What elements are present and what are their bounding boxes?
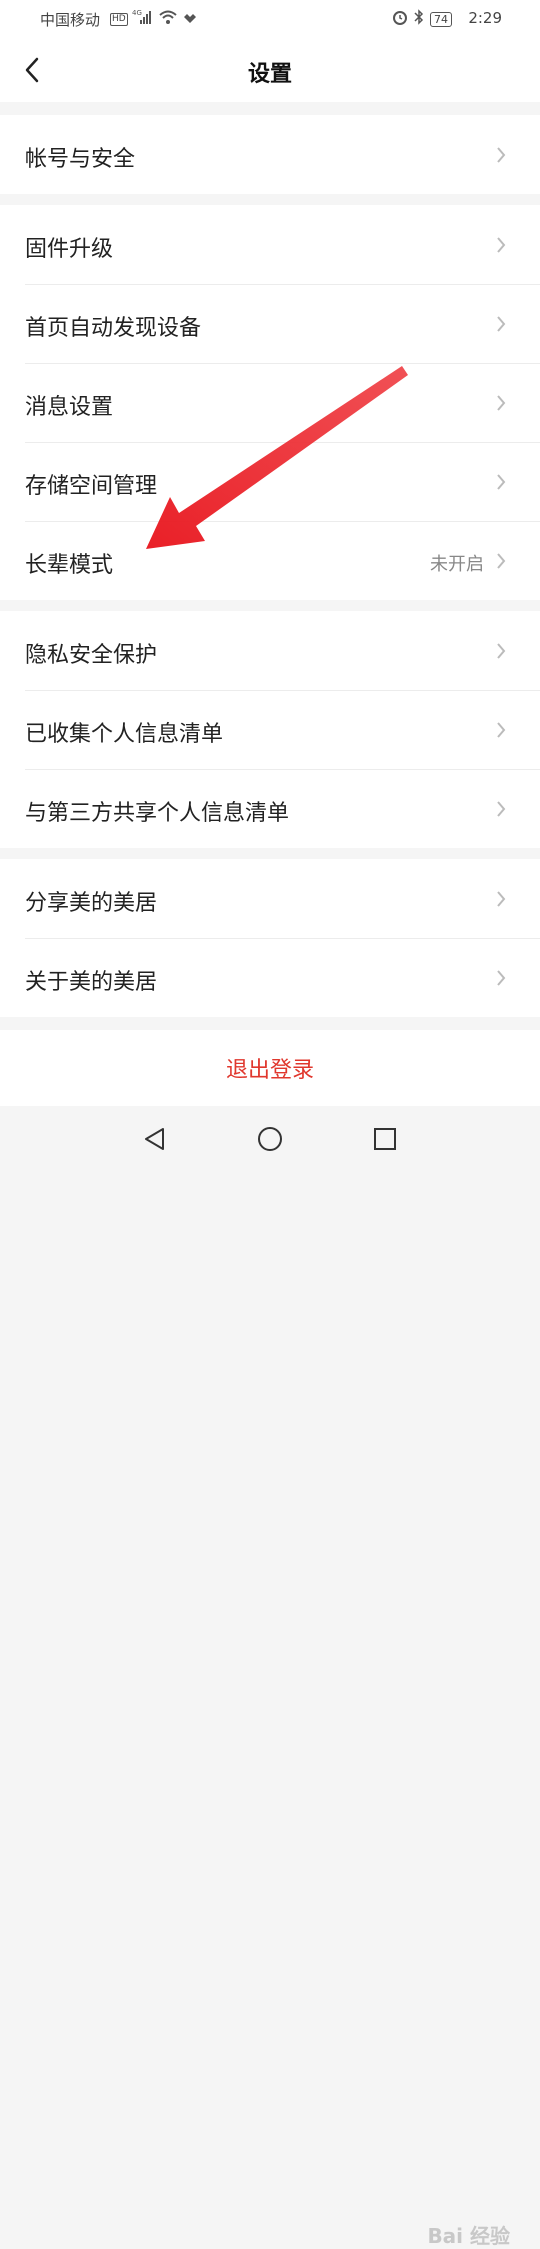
settings-group-privacy: 隐私安全保护 已收集个人信息清单 与第三方共享个人信息清单 [0, 611, 540, 848]
logout-label: 退出登录 [225, 1058, 314, 1083]
row-share-app[interactable]: 分享美的美居 [0, 859, 540, 938]
row-privacy-protection[interactable]: 隐私安全保护 [0, 611, 540, 690]
row-third-party-sharing-list[interactable]: 与第三方共享个人信息清单 [0, 769, 540, 848]
watermark: Bai 经验 [427, 2224, 510, 2248]
chevron-right-icon [497, 801, 506, 817]
chevron-right-icon [497, 891, 506, 907]
row-label: 首页自动发现设备 [25, 316, 202, 341]
row-account-security[interactable]: 帐号与安全 [0, 115, 540, 194]
chevron-right-icon [497, 722, 506, 738]
alarm-icon [392, 9, 408, 29]
status-bar: 中国移动 HD 4G 74 2:29 [0, 0, 540, 38]
wifi-icon [158, 9, 178, 29]
row-message-settings[interactable]: 消息设置 [0, 363, 540, 442]
carrier-name: 中国移动 [40, 11, 101, 29]
row-label: 已收集个人信息清单 [25, 722, 224, 747]
chevron-right-icon [497, 643, 506, 659]
row-elder-mode[interactable]: 长辈模式 未开启 [0, 521, 540, 600]
row-collected-info-list[interactable]: 已收集个人信息清单 [0, 690, 540, 769]
row-label: 与第三方共享个人信息清单 [25, 801, 290, 826]
app-header: 设置 [0, 38, 540, 102]
row-firmware-upgrade[interactable]: 固件升级 [0, 205, 540, 284]
elder-mode-status: 未开启 [430, 554, 484, 575]
row-label: 固件升级 [25, 237, 114, 262]
row-auto-discover-devices[interactable]: 首页自动发现设备 [0, 284, 540, 363]
nav-back-icon[interactable] [141, 1125, 169, 1153]
chevron-right-icon [497, 237, 506, 253]
chevron-right-icon [497, 316, 506, 332]
row-label: 分享美的美居 [25, 891, 158, 916]
row-label: 消息设置 [25, 395, 114, 420]
page-title: 设置 [247, 62, 292, 87]
row-label: 帐号与安全 [25, 147, 136, 172]
chevron-right-icon [497, 970, 506, 986]
row-about-app[interactable]: 关于美的美居 [0, 938, 540, 1017]
battery-indicator: 74 [430, 11, 452, 27]
chevron-right-icon [497, 395, 506, 411]
signal-icon: 4G [132, 9, 154, 29]
chevron-right-icon [497, 147, 506, 163]
chevron-right-icon [497, 553, 506, 569]
system-nav-bar: Bai 经验 [0, 1108, 540, 2248]
row-label: 关于美的美居 [25, 970, 158, 995]
settings-group-account: 帐号与安全 [0, 115, 540, 194]
bluetooth-icon [414, 9, 424, 29]
network-type: 4G [132, 9, 142, 17]
logout-button[interactable]: 退出登录 [0, 1030, 540, 1106]
hotspot-icon [182, 9, 198, 29]
settings-group-device: 固件升级 首页自动发现设备 消息设置 存储空间管理 长辈模式 未开启 [0, 205, 540, 600]
row-label: 存储空间管理 [25, 474, 158, 499]
settings-group-about: 分享美的美居 关于美的美居 [0, 859, 540, 1017]
chevron-right-icon [497, 474, 506, 490]
nav-recents-icon[interactable] [371, 1125, 399, 1153]
nav-home-icon[interactable] [256, 1125, 284, 1153]
clock: 2:29 [468, 9, 502, 27]
row-label: 隐私安全保护 [25, 643, 158, 668]
hd-badge: HD [110, 12, 128, 26]
system-indicators: 74 [392, 9, 452, 29]
network-indicators: HD 4G [110, 9, 198, 29]
row-storage-management[interactable]: 存储空间管理 [0, 442, 540, 521]
row-label: 长辈模式 [25, 553, 114, 578]
